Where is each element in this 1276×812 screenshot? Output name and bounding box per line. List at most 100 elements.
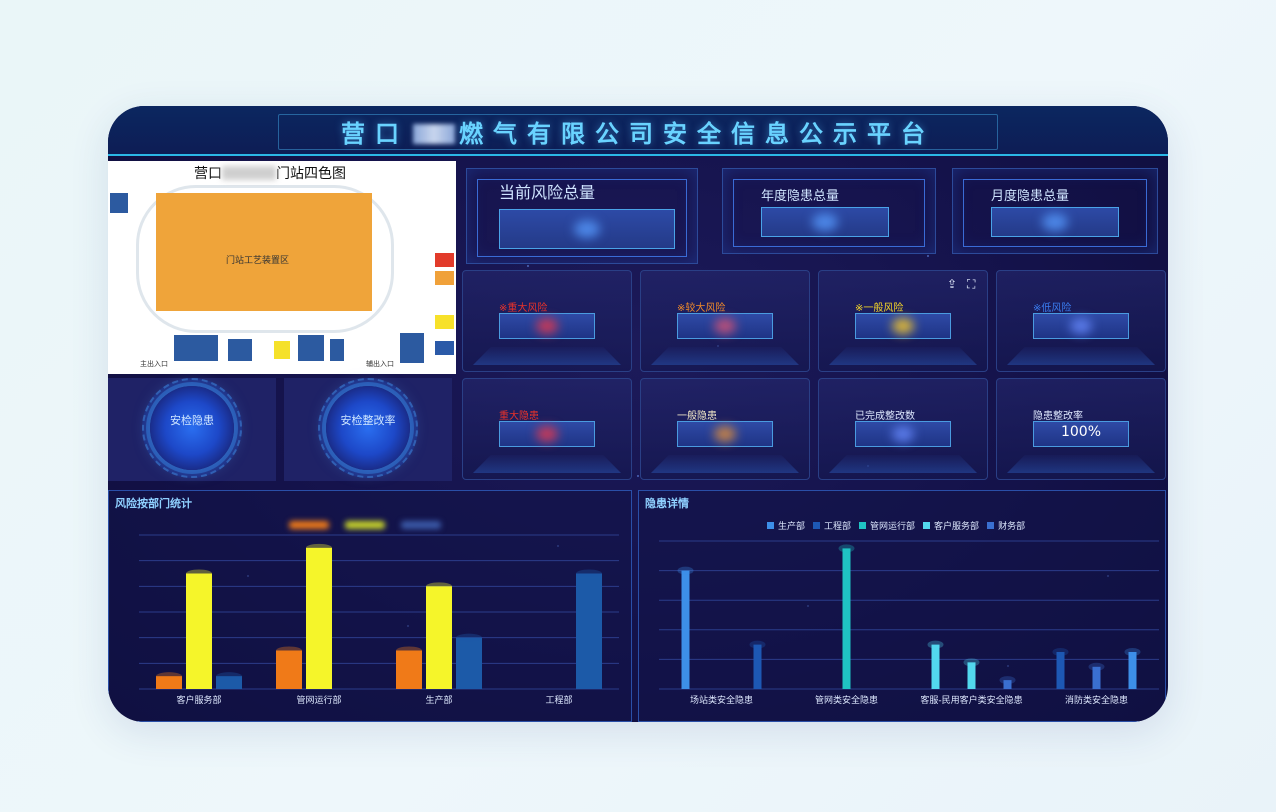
risk-by-department-chart: 客户服务部 管网运行部 生产部 工程部	[139, 534, 619, 706]
redacted-value	[714, 318, 736, 334]
card-label: ※重大风险	[499, 303, 548, 314]
stat-label: 月度隐患总量	[991, 189, 1070, 204]
page-title: 营口 燃气有限公司安全信息公示平台	[341, 120, 935, 148]
redacted-value	[536, 318, 558, 334]
x-tick-label: 客服-民用客户类安全隐患	[920, 694, 1022, 706]
bar	[1056, 652, 1065, 689]
card-rectified-count[interactable]: 已完成整改数	[818, 378, 988, 480]
x-tick-label: 消防类安全隐患	[1065, 694, 1128, 706]
card-label: 已完成整改数	[855, 411, 915, 422]
bar-glow	[186, 569, 212, 578]
bar-glow	[216, 672, 242, 681]
stat-annual-hazards[interactable]: 年度隐患总量	[722, 168, 936, 254]
map-title: 营口 门站四色图	[194, 166, 346, 182]
stat-monthly-hazards[interactable]: 月度隐患总量	[952, 168, 1158, 254]
process-area-zone	[156, 193, 372, 311]
x-tick-label: 场站类安全隐患	[690, 694, 753, 706]
gauge-hazard-panel[interactable]: 安检隐患	[108, 378, 276, 481]
card-platform	[651, 455, 799, 473]
card-low-risk[interactable]: ※低风险	[996, 270, 1166, 372]
legend-blue	[435, 341, 454, 355]
bar-glow	[999, 676, 1016, 685]
legend-red	[435, 253, 454, 267]
rectify-rate-value: 100%	[1060, 424, 1102, 440]
card-general-hazard[interactable]: 一般隐患	[640, 378, 810, 480]
bar-glow	[1088, 662, 1105, 671]
stat-label: 年度隐患总量	[761, 189, 840, 204]
card-platform	[473, 455, 621, 473]
bar	[576, 573, 602, 689]
export-icon[interactable]: ⇪	[947, 277, 957, 291]
building-block	[274, 341, 290, 359]
station-four-color-map[interactable]: 营口 门站四色图 门站工艺装置区 主出入口 辅出入口	[108, 161, 456, 374]
card-value-box	[677, 421, 773, 447]
fullscreen-icon[interactable]: ⛶	[967, 277, 975, 292]
bar-glow	[1124, 648, 1141, 656]
redacted-value	[1042, 213, 1068, 231]
card-platform	[1007, 347, 1155, 365]
card-platform	[829, 347, 977, 365]
bar-glow	[276, 646, 302, 655]
hazard-detail-panel: 隐患详情 生产部 工程部 管网运行部 客户服务部 财务部 场站类安全隐患 管网类安全隐患客…	[638, 490, 1166, 722]
legend-orange	[435, 271, 454, 285]
bar	[276, 650, 302, 689]
redacted-value	[536, 426, 558, 442]
card-value-box	[855, 421, 951, 447]
building-block	[330, 339, 344, 361]
card-label: ※较大风险	[677, 303, 726, 314]
bar-glow	[456, 633, 482, 642]
card-major-risk[interactable]: ※重大风险	[462, 270, 632, 372]
gauge-label: 安检隐患	[170, 414, 214, 427]
card-label: ※一般风险	[855, 303, 904, 314]
bar-glow	[963, 658, 980, 667]
redacted-name	[222, 166, 276, 180]
bar	[186, 573, 212, 689]
bar-glow	[156, 672, 182, 681]
card-label: ※低风险	[1033, 303, 1072, 314]
card-value-box: 100%	[1033, 421, 1129, 447]
redacted-value	[714, 426, 736, 442]
building-block	[400, 333, 424, 363]
legend-yellow	[435, 315, 454, 329]
bar-glow	[306, 543, 332, 552]
aux-entrance-label: 辅出入口	[366, 360, 394, 368]
card-platform	[651, 347, 799, 365]
main-entrance-label: 主出入口	[140, 360, 168, 368]
card-general-risk[interactable]: ⇪ ⛶ ※一般风险	[818, 270, 988, 372]
card-value-box	[499, 421, 595, 447]
card-rectify-rate[interactable]: 隐患整改率 100%	[996, 378, 1166, 480]
card-label: 重大隐患	[499, 411, 539, 422]
stat-label: 当前风险总量	[499, 183, 596, 202]
card-label: 一般隐患	[677, 411, 717, 422]
bar-glow	[749, 640, 766, 649]
gauge-orb	[150, 386, 234, 470]
card-large-risk[interactable]: ※较大风险	[640, 270, 810, 372]
gauge-label: 安检整改率	[340, 414, 396, 427]
bar-glow	[927, 640, 944, 649]
gauge-rectify-panel[interactable]: 安检整改率	[284, 378, 452, 481]
hazard-detail-chart: 场站类安全隐患 管网类安全隐患 客服-民用客户类安全隐患 消防类安全隐患	[659, 540, 1159, 706]
redacted-value	[892, 426, 914, 442]
card-platform	[1007, 455, 1155, 473]
redacted-value	[574, 220, 600, 238]
redacted-value	[812, 213, 838, 231]
card-value-box	[855, 313, 951, 339]
card-value-box	[677, 313, 773, 339]
bar	[306, 547, 332, 689]
redacted-name	[413, 124, 455, 144]
stat-current-risk[interactable]: 当前风险总量	[466, 168, 698, 264]
bar-glow	[426, 582, 452, 591]
stat-value-box	[991, 207, 1119, 237]
card-value-box	[499, 313, 595, 339]
card-label: 隐患整改率	[1033, 411, 1083, 422]
card-platform	[829, 455, 977, 473]
redacted-value	[1070, 318, 1092, 334]
card-major-hazard[interactable]: 重大隐患	[462, 378, 632, 480]
stat-value-box	[761, 207, 889, 237]
bar	[456, 637, 482, 689]
x-tick-label: 生产部	[425, 694, 452, 706]
bar-glow	[396, 646, 422, 655]
x-tick-label: 管网类安全隐患	[815, 694, 878, 706]
redacted-value	[892, 318, 914, 334]
bar	[753, 644, 762, 689]
